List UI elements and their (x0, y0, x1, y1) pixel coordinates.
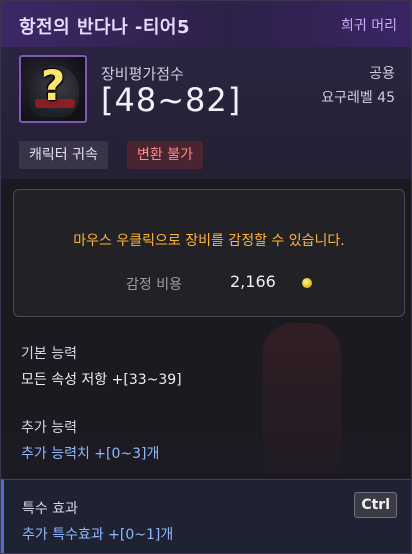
conversion-status-badge: 변환 불가 (127, 141, 203, 169)
item-icon: ? (19, 55, 87, 123)
class-restriction: 공용 (369, 66, 395, 82)
background-character-figure (263, 323, 341, 473)
basic-stat-line: 모든 속성 저항 +[33~39] (21, 372, 182, 388)
extra-stat-line: 추가 능력치 +[0~3]개 (21, 446, 160, 462)
appraise-cost-value: 2,166 (230, 272, 276, 291)
appraise-cost-label: 감정 비용 (126, 277, 182, 293)
special-effects-panel: 특수 효과 추가 특수효과 +[0~1]개 Ctrl (1, 479, 411, 553)
bind-status-badge: 캐릭터 귀속 (19, 141, 108, 169)
appraise-message: 마우스 우클릭으로 장비를 감정할 수 있습니다. (73, 233, 345, 249)
gear-score-value: [48~82] (101, 81, 242, 119)
appraise-panel: 마우스 우클릭으로 장비를 감정할 수 있습니다. 감정 비용 2,166 (13, 189, 405, 317)
item-tooltip: 항전의 반다나 -티어5 희귀 머리 ? 장비평가점수 [48~82] 공용 요… (0, 0, 412, 554)
special-effects-line: 추가 특수효과 +[0~1]개 (22, 527, 174, 543)
gold-coin-icon (302, 278, 312, 288)
special-effects-title: 특수 효과 (22, 501, 78, 517)
extra-stats-title: 추가 능력 (21, 420, 77, 436)
level-requirement: 요구레벨 45 (321, 90, 395, 106)
tooltip-header: 항전의 반다나 -티어5 희귀 머리 (1, 1, 411, 48)
basic-stats-title: 기본 능력 (21, 346, 77, 362)
item-name: 항전의 반다나 -티어5 (19, 17, 191, 38)
item-rarity: 희귀 머리 (341, 18, 397, 34)
ctrl-key-hint: Ctrl (354, 492, 397, 518)
item-summary-panel: ? 장비평가점수 [48~82] 공용 요구레벨 45 캐릭터 귀속 변환 불가 (1, 47, 411, 179)
unidentified-question-icon: ? (40, 61, 66, 110)
